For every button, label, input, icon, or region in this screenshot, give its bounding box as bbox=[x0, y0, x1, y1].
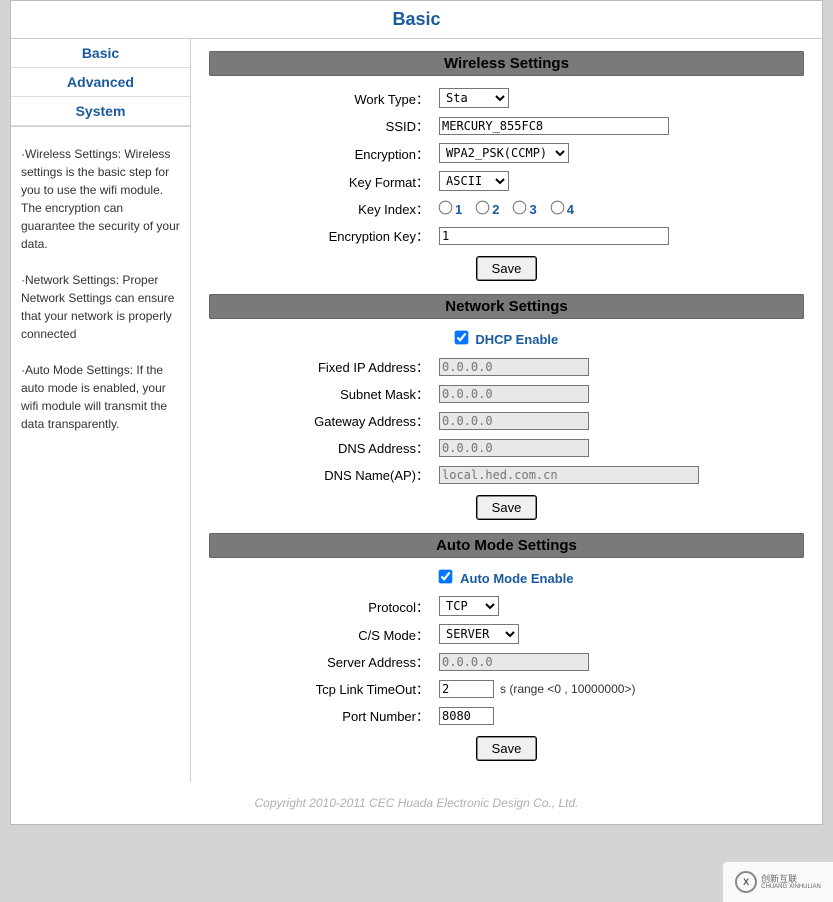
dns-input[interactable] bbox=[439, 439, 589, 457]
help-wireless: ·Wireless Settings: Wireless settings is… bbox=[21, 145, 180, 253]
server-addr-label: Server Address： bbox=[209, 652, 439, 671]
help-automode: ·Auto Mode Settings: If the auto mode is… bbox=[21, 361, 180, 433]
key-index-label: Key Index： bbox=[209, 199, 439, 218]
ssid-input[interactable] bbox=[439, 117, 669, 135]
nav-item-system[interactable]: System bbox=[11, 97, 190, 126]
help-network: ·Network Settings: Proper Network Settin… bbox=[21, 271, 180, 343]
sidebar: Basic Advanced System ·Wireless Settings… bbox=[11, 39, 191, 782]
subnet-input[interactable] bbox=[439, 385, 589, 403]
encryption-label: Encryption： bbox=[209, 144, 439, 163]
work-type-select[interactable]: Sta bbox=[439, 88, 509, 108]
key-index-3[interactable]: 3 bbox=[513, 201, 536, 217]
cs-mode-select[interactable]: SERVER bbox=[439, 624, 519, 644]
section-wireless-header: Wireless Settings bbox=[209, 51, 804, 76]
key-index-1[interactable]: 1 bbox=[439, 201, 462, 217]
encryption-key-label: Encryption Key： bbox=[209, 226, 439, 245]
automode-save-button[interactable]: Save bbox=[477, 737, 537, 760]
key-format-label: Key Format： bbox=[209, 172, 439, 191]
content-area: Wireless Settings Work Type： Sta SSID： E… bbox=[191, 39, 822, 782]
dns-label: DNS Address： bbox=[209, 438, 439, 457]
protocol-select[interactable]: TCP bbox=[439, 596, 499, 616]
key-index-2[interactable]: 2 bbox=[476, 201, 499, 217]
footer-text: Copyright 2010-2011 CEC Huada Electronic… bbox=[11, 782, 822, 824]
ssid-label: SSID： bbox=[209, 116, 439, 135]
network-save-button[interactable]: Save bbox=[477, 496, 537, 519]
watermark-sub: CHUANG XINHULIAN bbox=[761, 884, 821, 890]
watermark-brand: 创新互联 bbox=[761, 875, 821, 884]
key-format-select[interactable]: ASCII bbox=[439, 171, 509, 191]
encryption-select[interactable]: WPA2_PSK(CCMP) bbox=[439, 143, 569, 163]
cs-mode-label: C/S Mode： bbox=[209, 625, 439, 644]
encryption-key-input[interactable] bbox=[439, 227, 669, 245]
dhcp-enable-checkbox[interactable]: DHCP Enable bbox=[455, 331, 558, 347]
dns-name-label: DNS Name(AP)： bbox=[209, 465, 439, 484]
wireless-save-button[interactable]: Save bbox=[477, 257, 537, 280]
timeout-label: Tcp Link TimeOut： bbox=[209, 679, 439, 698]
nav-menu: Basic Advanced System bbox=[11, 39, 190, 127]
section-automode-header: Auto Mode Settings bbox=[209, 533, 804, 558]
port-label: Port Number： bbox=[209, 706, 439, 725]
fixed-ip-label: Fixed IP Address： bbox=[209, 357, 439, 376]
watermark-logo-icon: X bbox=[735, 871, 757, 893]
timeout-input[interactable] bbox=[439, 680, 494, 698]
subnet-label: Subnet Mask： bbox=[209, 384, 439, 403]
nav-item-basic[interactable]: Basic bbox=[11, 39, 190, 68]
dns-name-input[interactable] bbox=[439, 466, 699, 484]
timeout-hint: s (range <0 , 10000000>) bbox=[500, 682, 635, 696]
key-index-4[interactable]: 4 bbox=[551, 201, 574, 217]
port-input[interactable] bbox=[439, 707, 494, 725]
page-title: Basic bbox=[11, 9, 822, 30]
server-addr-input[interactable] bbox=[439, 653, 589, 671]
watermark: X 创新互联 CHUANG XINHULIAN bbox=[723, 862, 833, 902]
nav-item-advanced[interactable]: Advanced bbox=[11, 68, 190, 97]
section-network-header: Network Settings bbox=[209, 294, 804, 319]
page-header: Basic bbox=[11, 1, 822, 39]
gateway-label: Gateway Address： bbox=[209, 411, 439, 430]
fixed-ip-input[interactable] bbox=[439, 358, 589, 376]
gateway-input[interactable] bbox=[439, 412, 589, 430]
protocol-label: Protocol： bbox=[209, 597, 439, 616]
help-text: ·Wireless Settings: Wireless settings is… bbox=[11, 127, 190, 507]
automode-enable-checkbox[interactable]: Auto Mode Enable bbox=[439, 570, 573, 586]
work-type-label: Work Type： bbox=[209, 89, 439, 108]
